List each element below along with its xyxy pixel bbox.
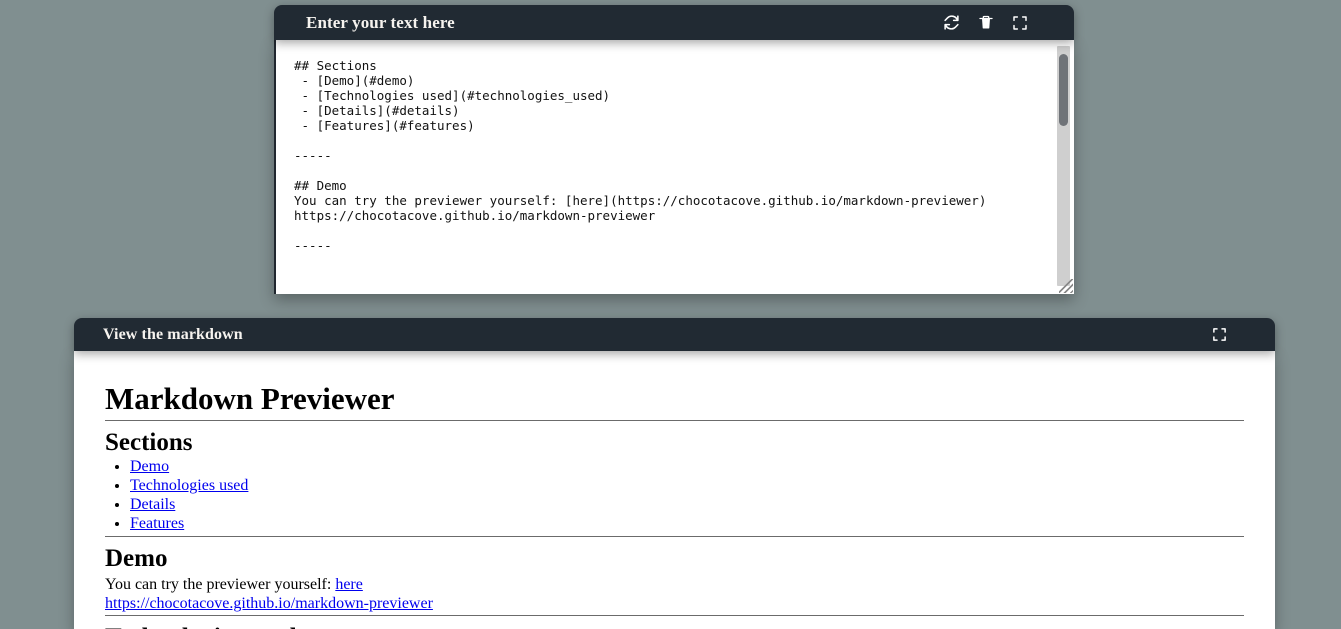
md-demo-url-paragraph: https://chocotacove.github.io/markdown-p… — [105, 594, 1244, 613]
md-divider — [105, 535, 1244, 537]
expand-icon[interactable] — [1212, 327, 1227, 342]
markdown-rendered-output: Markdown Previewer Sections Demo Technol… — [105, 351, 1244, 629]
editor-scrollbar-track[interactable] — [1057, 46, 1070, 286]
md-h2-sections: Sections — [105, 428, 193, 456]
list-item: Details — [130, 496, 1244, 515]
editor-textarea-wrapper: ## Sections - [Demo](#demo) - [Technolog… — [274, 40, 1074, 294]
md-demo-text: You can try the previewer yourself: — [105, 575, 332, 593]
md-link-features[interactable]: Features — [130, 515, 184, 532]
md-section-list: Demo Technologies used Details Features — [105, 458, 1244, 534]
md-link-here[interactable]: here — [335, 576, 363, 593]
editor-resize-handle[interactable] — [1059, 279, 1073, 293]
md-demo-paragraph: You can try the previewer yourself: here — [105, 575, 1244, 594]
preview-panel: View the markdown Markdown Previewer Sec… — [74, 318, 1275, 629]
md-link-demo-url[interactable]: https://chocotacove.github.io/markdown-p… — [105, 595, 433, 612]
trash-icon[interactable] — [978, 14, 994, 31]
editor-title: Enter your text here — [306, 12, 455, 32]
editor-body: ## Sections - [Demo](#demo) - [Technolog… — [274, 40, 1074, 294]
editor-scrollbar-thumb[interactable] — [1059, 54, 1068, 126]
md-divider — [105, 615, 1244, 617]
preview-title: View the markdown — [103, 325, 243, 343]
md-h2-technologies-used: Technologies used — [105, 624, 1244, 629]
list-item: Demo — [130, 458, 1244, 477]
list-item: Features — [130, 515, 1244, 534]
app-root: Enter your text here ## Sections - [Demo… — [0, 0, 1341, 629]
md-link-technologies-used[interactable]: Technologies used — [130, 477, 248, 494]
md-h1-title: Markdown Previewer — [105, 381, 1244, 421]
editor-textarea[interactable]: ## Sections - [Demo](#demo) - [Technolog… — [276, 40, 1074, 253]
expand-icon[interactable] — [1012, 15, 1028, 31]
md-link-details[interactable]: Details — [130, 496, 175, 513]
refresh-icon[interactable] — [943, 14, 960, 31]
editor-title-bar: Enter your text here — [274, 5, 1074, 40]
editor-panel: Enter your text here ## Sections - [Demo… — [274, 5, 1074, 294]
preview-toolbar — [1212, 327, 1261, 342]
preview-body: Markdown Previewer Sections Demo Technol… — [74, 351, 1275, 629]
md-link-demo[interactable]: Demo — [130, 458, 169, 475]
list-item: Technologies used — [130, 477, 1244, 496]
preview-title-bar: View the markdown — [74, 318, 1275, 351]
editor-toolbar — [943, 14, 1058, 31]
md-h2-demo: Demo — [105, 544, 168, 572]
